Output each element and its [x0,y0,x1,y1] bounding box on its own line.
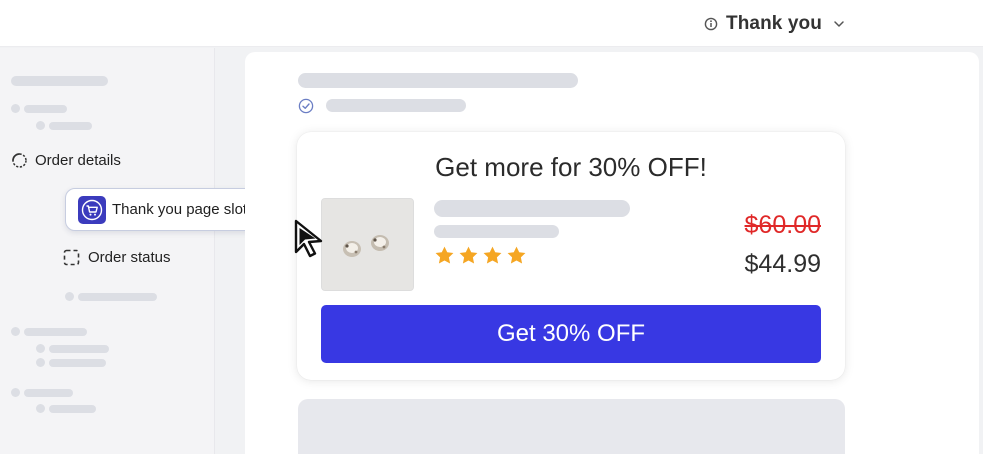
original-price: $60.00 [744,211,821,239]
chevron-down-icon [834,21,844,27]
star-icon [507,246,526,264]
skeleton-line [24,389,73,397]
dashed-status-icon [63,249,80,266]
skeleton-dot [11,327,20,336]
placeholder-block [298,399,845,454]
skeleton-line [24,328,87,336]
slot-label: Thank you page slot 1 [112,201,260,218]
skeleton-dot [36,404,45,413]
sale-price: $44.99 [744,250,821,278]
star-icon [459,246,478,264]
skeleton-line [49,359,106,367]
order-details-label: Order details [35,152,121,169]
sidebar-item-order-status[interactable]: Order status [63,249,171,266]
rating-stars [434,245,527,266]
skeleton-line [49,345,109,353]
skeleton-line [78,293,157,301]
top-bar: Thank you [0,0,983,47]
product-image[interactable] [321,198,414,291]
skeleton-dot [36,121,45,130]
info-icon [704,17,718,31]
offer-title: Get more for 30% OFF! [435,152,707,182]
skeleton-line [434,200,630,217]
skeleton-line [49,122,92,130]
skeleton-line [24,105,67,113]
order-status-label: Order status [88,249,171,266]
cart-app-icon [78,195,106,224]
skeleton-line [49,405,96,413]
skeleton-dot [36,344,45,353]
spinner-icon [12,153,27,168]
mouse-pointer-icon [294,219,323,258]
upsell-offer-card: Get more for 30% OFF! $60.00 $44.99 Get … [297,132,845,380]
skeleton-line [434,225,559,238]
star-icon [483,246,502,264]
sidebar-item-order-details[interactable]: Order details [11,152,121,169]
skeleton-dot [11,104,20,113]
skeleton-line [11,76,108,86]
skeleton-dot [65,292,74,301]
star-icon [435,246,454,264]
skeleton-line [326,99,466,112]
page-selector[interactable]: Thank you [704,12,846,36]
skeleton-dot [11,388,20,397]
skeleton-dot [36,358,45,367]
check-circle-icon [298,98,314,114]
page-selector-label: Thank you [726,13,822,34]
skeleton-line [298,73,578,88]
get-discount-button[interactable]: Get 30% OFF [321,305,821,363]
